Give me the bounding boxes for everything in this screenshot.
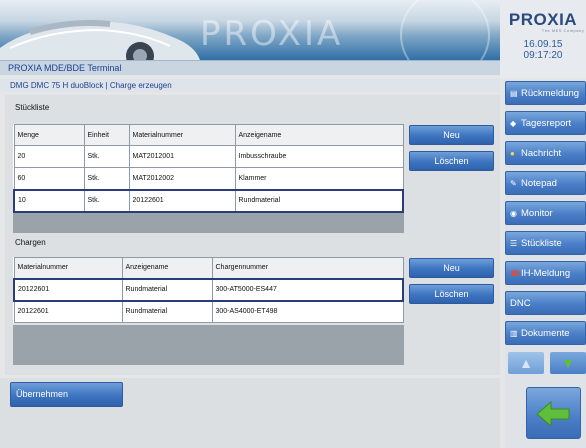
sidebar-item-label: Stückliste [521, 238, 562, 249]
report-icon: ▤ [510, 89, 518, 98]
table-row[interactable]: 20 Stk. MAT2012001 Imbusschraube [13, 145, 404, 168]
chargen-delete-button[interactable]: Löschen [409, 284, 494, 304]
table-row-selected[interactable]: 20122601 Rundmaterial 300-AT5000-ES447 [13, 277, 404, 302]
monitor-icon: ◉ [510, 209, 517, 218]
banner-watermark: PROXIA [200, 14, 344, 54]
stueckliste-new-button[interactable]: Neu [409, 125, 494, 145]
table-row[interactable]: 20122601 Rundmaterial 300-AS4000-ET498 [13, 300, 404, 323]
sidebar-item-stueckliste[interactable]: ☰ Stückliste [505, 231, 586, 255]
table-header-row: Materialnummer Anzeigename Chargennummer [13, 257, 404, 279]
calendar-icon: ◆ [510, 119, 517, 128]
cell-materialnummer: MAT2012002 [128, 167, 236, 190]
column-header: Einheit [83, 124, 130, 146]
sidebar-item-notepad[interactable]: ✎ Notepad [505, 171, 586, 195]
accept-button[interactable]: Übernehmen [10, 382, 123, 407]
time-text: 09:17:20 [523, 50, 563, 61]
stueckliste-delete-button[interactable]: Löschen [409, 151, 494, 171]
phone-icon: ☎ [510, 269, 520, 278]
cell-anzeigename: Imbusschraube [234, 145, 404, 168]
list-icon: ☰ [510, 239, 518, 248]
cell-menge: 20 [13, 145, 85, 168]
cell-einheit: Stk. [83, 167, 130, 190]
date-text: 16.09.15 [523, 39, 563, 50]
arrow-down-icon: ▼ [561, 355, 575, 371]
breadcrumb: DMG DMC 75 H duoBlock | Charge erzeugen [0, 79, 500, 92]
sidebar-item-label: Dokumente [521, 328, 570, 339]
column-header: Menge [13, 124, 85, 146]
cell-materialnummer: MAT2012001 [128, 145, 236, 168]
sidebar-item-label: Monitor [521, 208, 553, 219]
company-logo: PROXIA The MES Company [508, 10, 585, 33]
stueckliste-label: Stückliste [15, 103, 50, 112]
back-button[interactable] [526, 387, 581, 439]
table-row-selected[interactable]: 10 Stk. 20122601 Rundmaterial [13, 188, 404, 213]
column-header: Materialnummer [128, 124, 236, 146]
column-header: Anzeigename [121, 257, 213, 279]
cell-einheit: Stk. [83, 188, 130, 213]
column-header: Chargennummer [211, 257, 404, 279]
chargen-table: Materialnummer Anzeigename Chargennummer… [13, 257, 404, 323]
car-graphic [0, 20, 200, 60]
table-header-row: Menge Einheit Materialnummer Anzeigename [13, 124, 404, 146]
documents-icon: ▥ [510, 329, 518, 338]
sidebar-item-rueckmeldung[interactable]: ▤ Rückmeldung [505, 81, 586, 105]
cell-einheit: Stk. [83, 145, 130, 168]
stueckliste-empty-area [13, 213, 404, 233]
cell-menge: 60 [13, 167, 85, 190]
cell-materialnummer: 20122601 [128, 188, 236, 213]
cell-anzeigename: Rundmaterial [234, 188, 404, 213]
chargen-empty-area [13, 325, 404, 365]
cell-anzeigename: Rundmaterial [121, 300, 213, 323]
column-header: Materialnummer [13, 257, 123, 279]
sidebar-item-label: Nachricht [521, 148, 562, 159]
sidebar-item-tagesreport[interactable]: ◆ Tagesreport [505, 111, 586, 135]
cell-anzeigename: Rundmaterial [121, 277, 213, 302]
header-banner: PROXIA [0, 0, 500, 60]
cell-materialnummer: 20122601 [13, 277, 123, 302]
stueckliste-table: Menge Einheit Materialnummer Anzeigename… [13, 124, 404, 213]
scroll-up-button[interactable]: ▲ [508, 352, 544, 374]
sidebar-item-dnc[interactable]: DNC [505, 291, 586, 315]
notepad-icon: ✎ [510, 179, 517, 188]
table-row[interactable]: 60 Stk. MAT2012002 Klammer [13, 167, 404, 190]
sidebar-item-dokumente[interactable]: ▥ Dokumente [505, 321, 586, 345]
sidebar-item-label: Rückmeldung [521, 88, 580, 99]
arrow-up-icon: ▲ [519, 355, 533, 371]
sidebar-item-label: DNC [510, 298, 531, 309]
arrow-left-icon [536, 400, 570, 428]
cell-anzeigename: Klammer [234, 167, 404, 190]
gauge-graphic [400, 0, 490, 60]
cell-chargennummer: 300-AS4000-ET498 [211, 300, 404, 323]
sidebar-item-monitor[interactable]: ◉ Monitor [505, 201, 586, 225]
logo-panel: PROXIA The MES Company 16.09.15 09:17:20 [500, 0, 586, 78]
sidebar-item-ih-meldung[interactable]: ☎IH-Meldung [505, 261, 586, 285]
sidebar-item-nachricht[interactable]: ● Nachricht [505, 141, 586, 165]
datetime-display: 16.09.15 09:17:20 [500, 39, 586, 61]
cell-menge: 10 [13, 188, 85, 213]
chargen-label: Chargen [15, 238, 46, 247]
sidebar-item-label: Tagesreport [521, 118, 572, 129]
column-header: Anzeigename [234, 124, 404, 146]
sidebar-item-label: IH-Meldung [521, 268, 571, 279]
cell-chargennummer: 300-AT5000-ES447 [211, 277, 404, 302]
message-icon: ● [510, 149, 515, 158]
chargen-new-button[interactable]: Neu [409, 258, 494, 278]
sidebar-item-label: Notepad [521, 178, 557, 189]
cell-materialnummer: 20122601 [13, 300, 123, 323]
scroll-down-button[interactable]: ▼ [550, 352, 586, 374]
app-title: PROXIA MDE/BDE Terminal [0, 60, 500, 75]
